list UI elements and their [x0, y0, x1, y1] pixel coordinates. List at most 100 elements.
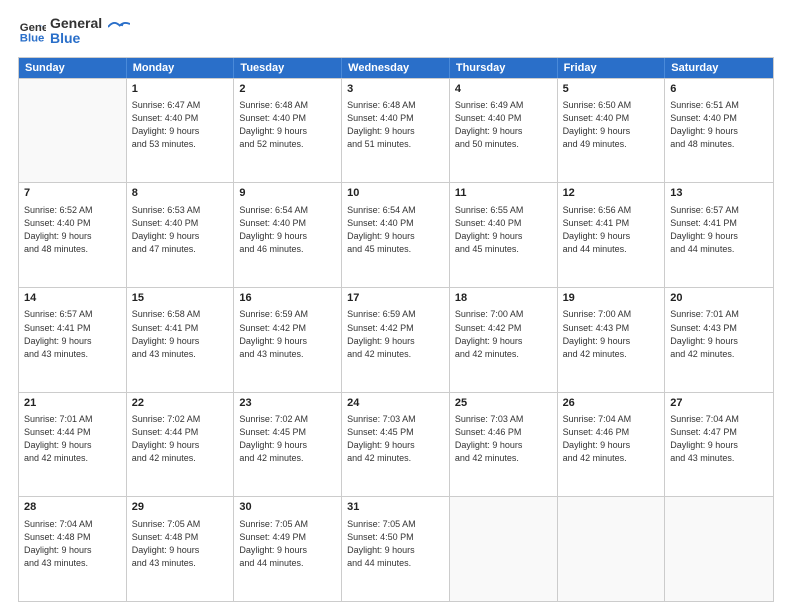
logo: General Blue General Blue [18, 16, 130, 47]
cell-info-line: Sunset: 4:40 PM [239, 112, 336, 125]
cell-info-line: Sunrise: 7:01 AM [24, 413, 121, 426]
cell-info-line: Sunset: 4:40 PM [455, 112, 552, 125]
cell-info-line: Sunset: 4:40 PM [132, 112, 229, 125]
cell-info-line: Daylight: 9 hours [455, 230, 552, 243]
cell-info-line: Sunset: 4:42 PM [455, 322, 552, 335]
cell-info-line: Sunset: 4:47 PM [670, 426, 768, 439]
cell-info-line: Daylight: 9 hours [132, 544, 229, 557]
cell-info-line: and 47 minutes. [132, 243, 229, 256]
cell-info-line: Sunset: 4:40 PM [132, 217, 229, 230]
cell-info-line: Daylight: 9 hours [670, 335, 768, 348]
cell-info-line: Sunset: 4:40 PM [239, 217, 336, 230]
cell-info-line: and 42 minutes. [455, 452, 552, 465]
cell-info-line: and 48 minutes. [24, 243, 121, 256]
cell-info-line: and 51 minutes. [347, 138, 444, 151]
day-number: 31 [347, 500, 444, 515]
calendar-cell-empty-0-0 [19, 79, 127, 183]
cell-info-line: Daylight: 9 hours [347, 439, 444, 452]
cell-info-line: and 43 minutes. [24, 348, 121, 361]
cell-info-line: Sunset: 4:50 PM [347, 531, 444, 544]
cell-info-line: Sunrise: 6:59 AM [347, 308, 444, 321]
calendar-cell-31: 31 Sunrise: 7:05 AMSunset: 4:50 PMDayligh… [342, 497, 450, 601]
calendar-cell-10: 10Sunrise: 6:54 AMSunset: 4:40 PMDayligh… [342, 183, 450, 287]
cell-info-line: Daylight: 9 hours [670, 125, 768, 138]
cell-info-line: Sunset: 4:41 PM [132, 322, 229, 335]
cell-info-line: Sunset: 4:49 PM [239, 531, 336, 544]
cell-info-line: and 43 minutes. [132, 348, 229, 361]
calendar-cell-7: 7Sunrise: 6:52 AMSunset: 4:40 PMDaylight… [19, 183, 127, 287]
cell-info-line: Daylight: 9 hours [347, 544, 444, 557]
cell-info-line: and 44 minutes. [670, 243, 768, 256]
cell-info-line: Daylight: 9 hours [24, 544, 121, 557]
day-number: 11 [455, 186, 552, 201]
cell-info-line: Sunset: 4:40 PM [455, 217, 552, 230]
cell-info-line: and 43 minutes. [239, 348, 336, 361]
day-number: 24 [347, 396, 444, 411]
calendar-row-0: 1Sunrise: 6:47 AMSunset: 4:40 PMDaylight… [19, 78, 773, 183]
cell-info-line: and 42 minutes. [132, 452, 229, 465]
weekday-header-wednesday: Wednesday [342, 58, 450, 78]
cell-info-line: Sunrise: 6:59 AM [239, 308, 336, 321]
cell-info-line: Sunrise: 7:04 AM [563, 413, 660, 426]
cell-info-line: and 43 minutes. [670, 452, 768, 465]
cell-info-line: Sunrise: 6:52 AM [24, 204, 121, 217]
cell-info-line: and 45 minutes. [455, 243, 552, 256]
cell-info-line: Sunset: 4:40 PM [670, 112, 768, 125]
calendar-cell-3: 3Sunrise: 6:48 AMSunset: 4:40 PMDaylight… [342, 79, 450, 183]
cell-info-line: Daylight: 9 hours [347, 230, 444, 243]
calendar-cell-empty-4-4 [450, 497, 558, 601]
cell-info-line: and 45 minutes. [347, 243, 444, 256]
weekday-header-saturday: Saturday [665, 58, 773, 78]
calendar-cell-16: 16Sunrise: 6:59 AMSunset: 4:42 PMDayligh… [234, 288, 342, 392]
day-number: 29 [132, 500, 229, 515]
cell-info-line: Sunrise: 7:03 AM [347, 413, 444, 426]
day-number: 10 [347, 186, 444, 201]
day-number: 5 [563, 82, 660, 97]
weekday-header-monday: Monday [127, 58, 235, 78]
day-number: 26 [563, 396, 660, 411]
day-number: 2 [239, 82, 336, 97]
cell-info-line: Sunrise: 6:48 AM [239, 99, 336, 112]
cell-info-line: Sunset: 4:43 PM [670, 322, 768, 335]
cell-info-line: Daylight: 9 hours [132, 335, 229, 348]
cell-info-line: Sunrise: 6:53 AM [132, 204, 229, 217]
cell-info-line: Sunrise: 7:01 AM [670, 308, 768, 321]
calendar-cell-14: 14Sunrise: 6:57 AMSunset: 4:41 PMDayligh… [19, 288, 127, 392]
day-number: 21 [24, 396, 121, 411]
calendar-body: 1Sunrise: 6:47 AMSunset: 4:40 PMDaylight… [19, 78, 773, 601]
cell-info-line: Sunset: 4:40 PM [347, 112, 444, 125]
day-number: 30 [239, 500, 336, 515]
cell-info-line: Sunset: 4:40 PM [563, 112, 660, 125]
cell-info-line: Sunset: 4:42 PM [347, 322, 444, 335]
cell-info-line: Sunset: 4:48 PM [24, 531, 121, 544]
cell-info-line: Daylight: 9 hours [670, 230, 768, 243]
calendar-cell-22: 22Sunrise: 7:02 AMSunset: 4:44 PMDayligh… [127, 393, 235, 497]
cell-info-line: Daylight: 9 hours [563, 335, 660, 348]
day-number: 9 [239, 186, 336, 201]
cell-info-line: and 42 minutes. [455, 348, 552, 361]
cell-info-line: Daylight: 9 hours [563, 439, 660, 452]
cell-info-line: and 44 minutes. [239, 557, 336, 570]
calendar-cell-9: 9Sunrise: 6:54 AMSunset: 4:40 PMDaylight… [234, 183, 342, 287]
calendar-cell-24: 24Sunrise: 7:03 AMSunset: 4:45 PMDayligh… [342, 393, 450, 497]
calendar-cell-23: 23Sunrise: 7:02 AMSunset: 4:45 PMDayligh… [234, 393, 342, 497]
cell-info-line: Sunset: 4:48 PM [132, 531, 229, 544]
day-number: 23 [239, 396, 336, 411]
cell-info-line: Sunrise: 7:05 AM [347, 518, 444, 531]
cell-info-line: Sunrise: 7:02 AM [132, 413, 229, 426]
cell-info-line: Daylight: 9 hours [455, 439, 552, 452]
cell-info-line: Sunrise: 6:48 AM [347, 99, 444, 112]
calendar-cell-8: 8Sunrise: 6:53 AMSunset: 4:40 PMDaylight… [127, 183, 235, 287]
day-number: 27 [670, 396, 768, 411]
cell-info-line: and 42 minutes. [670, 348, 768, 361]
cell-info-line: Daylight: 9 hours [24, 439, 121, 452]
cell-info-line: Sunrise: 7:00 AM [455, 308, 552, 321]
cell-info-line: Daylight: 9 hours [563, 125, 660, 138]
cell-info-line: Sunset: 4:43 PM [563, 322, 660, 335]
cell-info-line: Sunset: 4:44 PM [132, 426, 229, 439]
day-number: 17 [347, 291, 444, 306]
cell-info-line: Daylight: 9 hours [455, 125, 552, 138]
calendar-header: SundayMondayTuesdayWednesdayThursdayFrid… [19, 58, 773, 78]
cell-info-line: Sunrise: 6:54 AM [347, 204, 444, 217]
day-number: 15 [132, 291, 229, 306]
